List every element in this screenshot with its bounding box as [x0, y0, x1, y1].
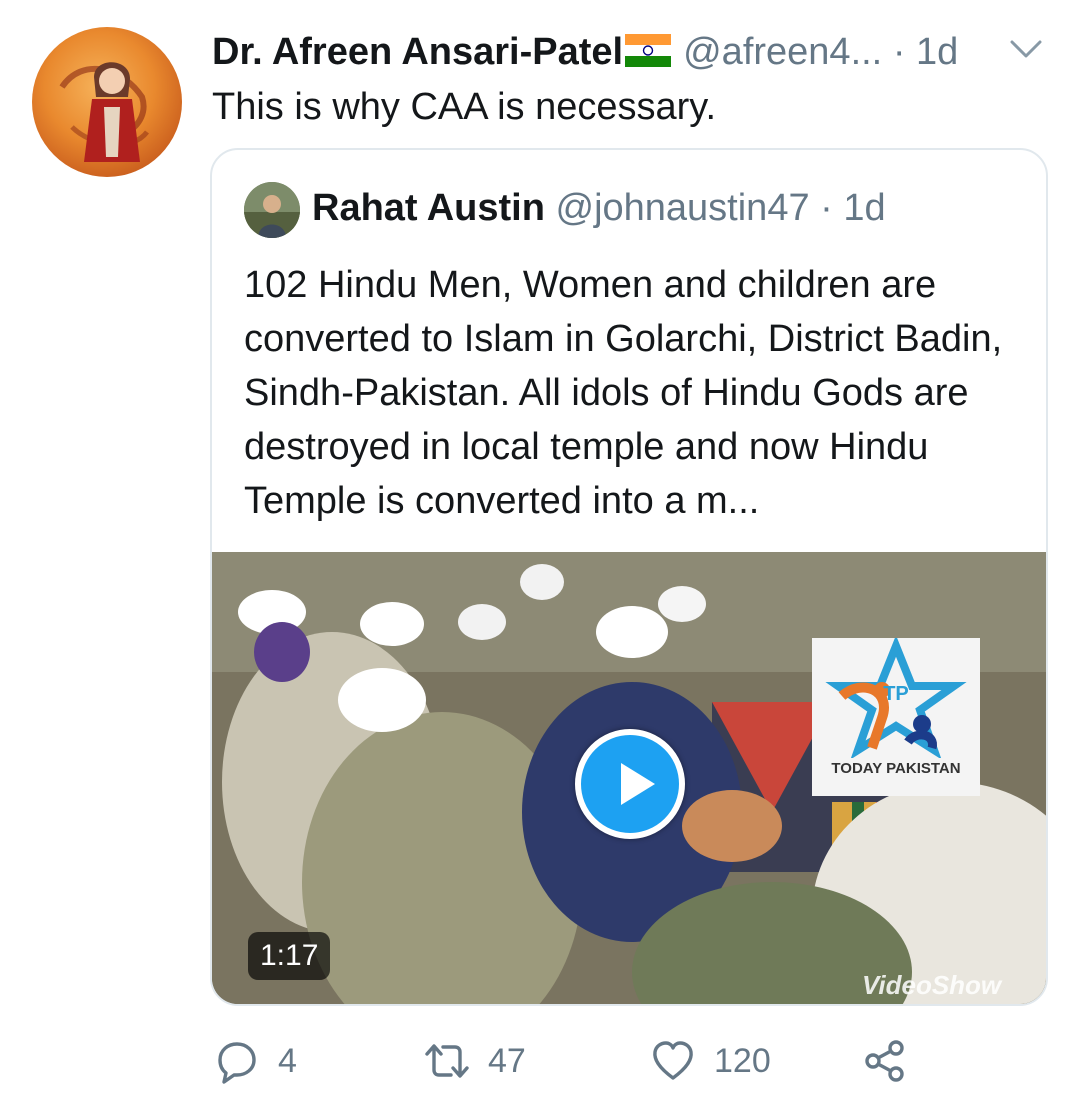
video-player[interactable]: TP TODAY PAKISTAN 1:17 VideoShow: [212, 552, 1046, 1004]
chevron-down-icon[interactable]: [1006, 34, 1046, 66]
video-duration: 1:17: [248, 932, 331, 980]
india-flag-icon: [625, 34, 672, 67]
reply-button[interactable]: 4: [214, 1036, 297, 1086]
tweet-text: This is why CAA is necessary.: [212, 86, 717, 128]
quoted-author-handle[interactable]: @johnaustin47: [556, 187, 810, 229]
quoted-tweet-timestamp[interactable]: 1d: [843, 187, 885, 229]
share-icon: [865, 1040, 904, 1082]
author-handle[interactable]: @afreen4...: [683, 31, 882, 73]
today-pakistan-logo: TP TODAY PAKISTAN: [812, 635, 980, 796]
author-avatar[interactable]: [32, 27, 182, 177]
logo-caption: TODAY PAKISTAN: [831, 760, 961, 777]
logo-initials: TP: [883, 683, 909, 705]
quoted-tweet-header: Rahat Austin @johnaustin47 · 1d: [312, 184, 886, 232]
header-separator: ·: [892, 31, 906, 73]
reply-icon: [218, 1042, 256, 1084]
quoted-author-avatar[interactable]: [244, 182, 300, 238]
play-icon[interactable]: [575, 729, 685, 839]
video-watermark: VideoShow: [862, 970, 1002, 1000]
author-name[interactable]: Dr. Afreen Ansari-Patel: [212, 31, 623, 73]
like-button[interactable]: 120: [650, 1036, 771, 1086]
tweet-timestamp[interactable]: 1d: [916, 31, 958, 73]
retweet-icon: [425, 1044, 469, 1078]
reply-count: 4: [278, 1041, 297, 1080]
retweet-count: 47: [488, 1041, 526, 1080]
like-icon: [653, 1041, 693, 1080]
quoted-author-name[interactable]: Rahat Austin: [312, 187, 545, 229]
quoted-tweet-card[interactable]: Rahat Austin @johnaustin47 · 1d 102 Hind…: [210, 148, 1048, 1006]
quoted-tweet-text: 102 Hindu Men, Women and children are co…: [244, 264, 1003, 522]
tweet-actions: 4 47 120: [214, 1036, 1014, 1086]
like-count: 120: [714, 1041, 771, 1080]
share-button[interactable]: [862, 1036, 908, 1086]
quoted-header-separator: ·: [820, 187, 833, 229]
tweet-header: Dr. Afreen Ansari-Patel @afreen4... · 1d: [212, 30, 1052, 80]
retweet-button[interactable]: 47: [424, 1036, 526, 1086]
